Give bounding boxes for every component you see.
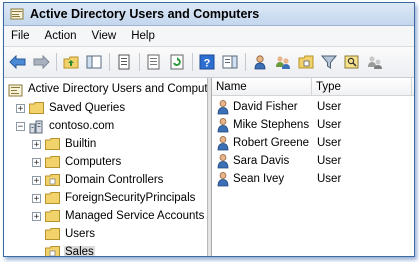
user-type: User	[317, 101, 342, 113]
name-cell: Sara Davis	[212, 153, 312, 169]
active-directory-icon	[10, 7, 24, 21]
back-arrow-icon[interactable]	[8, 52, 28, 72]
name-cell: Robert Greene	[212, 135, 312, 151]
domain-icon	[29, 120, 44, 134]
user-type: User	[317, 173, 342, 185]
user-name: Sara Davis	[233, 155, 290, 167]
list-header: Name Type	[212, 78, 414, 96]
list-item[interactable]: Sara Davis User	[212, 152, 414, 170]
menu-help[interactable]: Help	[124, 30, 163, 42]
tree-label-builtin: Builtin	[65, 138, 97, 150]
name-cell: David Fisher	[212, 99, 312, 115]
tree-root[interactable]: Active Directory Users and Comput	[8, 80, 208, 98]
folder-icon	[29, 102, 44, 114]
menu-action[interactable]: Action	[38, 30, 85, 42]
tree-label-domain: contoso.com	[49, 120, 115, 132]
new-ou-icon[interactable]	[296, 52, 316, 72]
user-name: David Fisher	[233, 101, 298, 113]
tree-item-sales[interactable]: Sales	[45, 243, 95, 256]
expand-icon[interactable]: +	[32, 139, 41, 149]
user-icon	[216, 117, 230, 133]
expand-icon[interactable]: +	[32, 175, 41, 185]
tree-label-managed-service-accounts: Managed Service Accounts	[65, 210, 205, 222]
name-cell: Mike Stephens	[212, 117, 312, 133]
new-user-icon[interactable]	[250, 52, 270, 72]
ou-folder-icon	[45, 246, 60, 256]
user-icon	[216, 171, 230, 187]
user-icon	[216, 135, 230, 151]
name-cell: Sean Ivey	[212, 171, 312, 187]
toolbar: ?	[4, 47, 414, 78]
console-tree: Active Directory Users and Comput + Save…	[4, 78, 208, 256]
expand-icon[interactable]: +	[32, 211, 41, 221]
filter-icon[interactable]	[319, 52, 339, 72]
list-item[interactable]: Robert Greene User	[212, 134, 414, 152]
user-name: Robert Greene	[233, 137, 310, 149]
action-pane-icon[interactable]	[220, 52, 240, 72]
find-icon[interactable]	[342, 52, 362, 72]
menu-view[interactable]: View	[85, 30, 125, 42]
folder-icon	[45, 228, 60, 240]
title-bar: Active Directory Users and Computers	[4, 3, 414, 26]
toolbar-separator	[245, 53, 246, 71]
expand-icon[interactable]: +	[32, 157, 41, 167]
tree-item-saved-queries[interactable]: + Saved Queries	[16, 99, 126, 117]
tree-item-foreign-security-principals[interactable]: + ForeignSecurityPrincipals	[32, 189, 196, 207]
menu-file[interactable]: File	[4, 30, 38, 42]
svg-text:?: ?	[204, 58, 211, 70]
user-type: User	[317, 155, 342, 167]
user-type: User	[317, 137, 342, 149]
user-name: Mike Stephens	[233, 119, 310, 131]
user-name: Sean Ivey	[233, 173, 285, 185]
menu-bar: File Action View Help	[4, 26, 414, 47]
properties-icon[interactable]	[114, 52, 134, 72]
user-icon	[216, 99, 230, 115]
folder-icon	[45, 192, 60, 204]
user-type: User	[317, 119, 342, 131]
tree-label-computers: Computers	[65, 156, 122, 168]
tree-item-managed-service-accounts[interactable]: + Managed Service Accounts	[32, 207, 205, 225]
folder-icon	[45, 156, 60, 168]
folder-icon	[45, 210, 60, 222]
add-to-group-icon[interactable]	[365, 52, 385, 72]
new-group-icon[interactable]	[273, 52, 293, 72]
toolbar-separator	[56, 53, 57, 71]
tree-item-domain[interactable]: − contoso.com	[16, 117, 115, 135]
column-header-name[interactable]: Name	[212, 78, 312, 95]
help-icon[interactable]: ?	[197, 52, 217, 72]
list-item[interactable]: Sean Ivey User	[212, 170, 414, 188]
tree-item-users[interactable]: Users	[45, 225, 96, 243]
list-item[interactable]: David Fisher User	[212, 98, 414, 116]
collapse-icon[interactable]: −	[16, 121, 25, 131]
expand-icon[interactable]: +	[32, 193, 41, 203]
tree-label-users: Users	[65, 228, 96, 240]
tree-item-computers[interactable]: + Computers	[32, 153, 122, 171]
expand-icon[interactable]: +	[16, 103, 25, 113]
window-title: Active Directory Users and Computers	[30, 7, 260, 21]
content-area: Active Directory Users and Comput + Save…	[4, 78, 414, 256]
list-item[interactable]: Mike Stephens User	[212, 116, 414, 134]
tree-label-domain-controllers: Domain Controllers	[65, 174, 164, 186]
toolbar-separator	[109, 53, 110, 71]
app-window: Active Directory Users and Computers Fil…	[3, 2, 415, 257]
export-list-icon[interactable]	[144, 52, 164, 72]
ad-root-icon	[8, 83, 23, 97]
up-folder-icon[interactable]	[61, 52, 81, 72]
forward-arrow-icon[interactable]	[31, 52, 51, 72]
tree-label-saved-queries: Saved Queries	[49, 102, 126, 114]
tree-item-domain-controllers[interactable]: + Domain Controllers	[32, 171, 164, 189]
column-header-type[interactable]: Type	[312, 78, 412, 95]
tree-root-label: Active Directory Users and Comput	[28, 83, 208, 95]
refresh-icon[interactable]	[167, 52, 187, 72]
tree-label-foreign-security-principals: ForeignSecurityPrincipals	[65, 192, 196, 204]
user-icon	[216, 153, 230, 169]
tree-item-builtin[interactable]: + Builtin	[32, 135, 97, 153]
folder-icon	[45, 138, 60, 150]
ou-folder-icon	[45, 174, 60, 186]
details-list: Name Type David Fisher User Mike Stephen…	[212, 78, 414, 256]
show-hide-console-tree-icon[interactable]	[84, 52, 104, 72]
tree-label-sales: Sales	[64, 246, 95, 256]
toolbar-separator	[139, 53, 140, 71]
toolbar-separator	[192, 53, 193, 71]
